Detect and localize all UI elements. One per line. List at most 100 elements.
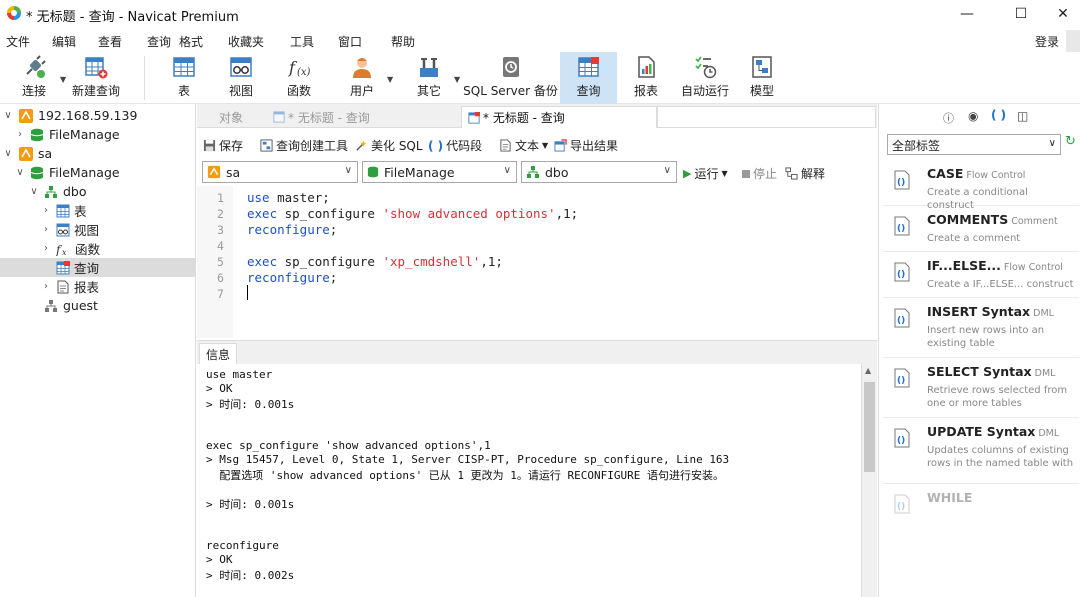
schema-select[interactable]: dbo ∨ (521, 161, 677, 183)
tree-connection-2[interactable]: ∨ sa (0, 144, 195, 163)
view-label: 视图 (228, 84, 253, 98)
document-tabs: 对象 * 无标题 - 查询 * 无标题 - 查询 (197, 104, 877, 128)
preview-icon[interactable]: ◉ (968, 109, 978, 123)
user-dropdown-icon[interactable]: ▼ (387, 75, 393, 84)
stop-icon (742, 169, 750, 178)
stop-button[interactable]: 停止 (742, 165, 777, 182)
title-bar: * 无标题 - 查询 - Navicat Premium — ☐ ✕ (0, 0, 1080, 28)
expand-arrow-icon[interactable]: › (14, 129, 26, 140)
tab-query-inactive[interactable]: * 无标题 - 查询 (267, 106, 457, 128)
tree-views[interactable]: › 视图 (0, 220, 195, 239)
sqlserver-backup-button[interactable]: SQL Server 备份 (463, 52, 558, 104)
query-button[interactable]: 查询 (560, 52, 617, 104)
collapse-arrow-icon[interactable]: ∨ (14, 167, 26, 178)
text-button[interactable]: 文本 ▼ (499, 137, 548, 154)
report-button[interactable]: 报表 (626, 52, 666, 104)
tree-schema-guest[interactable]: guest (0, 296, 195, 315)
menu-favorites[interactable]: 收藏夹 (228, 33, 264, 50)
tree-database-label: FileManage (49, 127, 120, 142)
menu-view[interactable]: 查看 (98, 33, 122, 50)
text-dropdown-icon[interactable]: ▼ (542, 141, 548, 150)
maximize-button[interactable]: ☐ (998, 0, 1044, 28)
panel-splitter[interactable] (1066, 30, 1080, 52)
menu-format[interactable]: 格式 (179, 33, 203, 50)
query-builder-button[interactable]: 查询创建工具 (260, 137, 348, 154)
columns-icon[interactable]: ◫ (1017, 109, 1028, 123)
database-icon (367, 166, 379, 178)
snippet-name: WHILE (927, 490, 973, 505)
collapse-arrow-icon[interactable]: ∨ (2, 110, 14, 121)
message-line: > OK (206, 553, 233, 566)
sql-editor[interactable]: 1 2 3 4 5 6 7 use master; exec sp_config… (197, 186, 877, 338)
snippet-item-comments[interactable]: () COMMENTS Comment Create a comment (883, 206, 1079, 252)
other-dropdown-icon[interactable]: ▼ (454, 75, 460, 84)
connect-button[interactable]: 连接 (12, 52, 56, 104)
snippet-item-while[interactable]: () WHILE (883, 484, 1079, 544)
run-button[interactable]: ▶ 运行 ▼ (683, 165, 728, 182)
snippet-item-update[interactable]: () UPDATE Syntax DML Updates columns of e… (883, 418, 1079, 484)
explain-button[interactable]: 解释 (785, 165, 825, 182)
connect-dropdown-icon[interactable]: ▼ (60, 75, 66, 84)
menu-file[interactable]: 文件 (6, 33, 30, 50)
other-label: 其它 (416, 84, 441, 98)
menu-query[interactable]: 查询 (147, 33, 171, 50)
user-button[interactable]: 用户 (342, 52, 382, 104)
tab-objects[interactable]: 对象 (213, 106, 249, 128)
expand-arrow-icon[interactable]: › (40, 243, 52, 254)
expand-arrow-icon[interactable]: › (40, 205, 52, 216)
snippet-description: Insert new rows into an existing table (927, 325, 1045, 349)
tree-reports[interactable]: › 报表 (0, 277, 195, 296)
beautify-sql-button[interactable]: 美化 SQL (355, 137, 423, 154)
run-dropdown-icon[interactable]: ▼ (721, 169, 727, 178)
menu-edit[interactable]: 编辑 (52, 33, 76, 50)
line-number: 6 (217, 271, 224, 285)
info-icon[interactable]: ⓘ (943, 110, 954, 126)
expand-arrow-icon[interactable]: › (40, 281, 52, 292)
connection-select[interactable]: sa ∨ (202, 161, 358, 183)
snippet-item-if-else[interactable]: () IF...ELSE... Flow Control Create a IF.… (883, 252, 1079, 298)
toolbar-divider (144, 56, 145, 100)
close-button[interactable]: ✕ (1040, 0, 1080, 28)
view-button[interactable]: 视图 (221, 52, 261, 104)
automation-label: 自动运行 (680, 84, 729, 98)
export-results-button[interactable]: 导出结果 (554, 137, 618, 154)
refresh-icon[interactable]: ↻ (1065, 134, 1076, 149)
login-link[interactable]: 登录 (1035, 33, 1059, 50)
snippet-item-select[interactable]: () SELECT Syntax DML Retrieve rows select… (883, 358, 1079, 418)
tab-query-active[interactable]: * 无标题 - 查询 (461, 106, 657, 128)
snippet-item-insert[interactable]: () INSERT Syntax DML Insert new rows into… (883, 298, 1079, 358)
collapse-arrow-icon[interactable]: ∨ (28, 186, 40, 197)
tree-tables[interactable]: › 表 (0, 201, 195, 220)
output-scrollbar[interactable]: ▲ (861, 364, 877, 597)
table-button[interactable]: 表 (164, 52, 204, 104)
new-query-button[interactable]: 新建查询 (70, 52, 122, 104)
menu-help[interactable]: 帮助 (391, 33, 415, 50)
code-snippet-button[interactable]: ( ) 代码段 (428, 137, 482, 154)
code-snippet-icon[interactable]: ( ) (991, 108, 1006, 122)
tree-database-filemanage-2[interactable]: ∨ FileManage (0, 163, 195, 182)
snippet-item-case[interactable]: () CASE Flow Control Create a conditional… (883, 160, 1079, 211)
tree-schema-dbo[interactable]: ∨ dbo (0, 182, 195, 201)
tree-database-filemanage-1[interactable]: › FileManage (0, 125, 195, 144)
model-button[interactable]: 模型 (742, 52, 782, 104)
tree-functions[interactable]: › fx 函数 (0, 239, 195, 258)
automation-button[interactable]: 自动运行 (678, 52, 732, 104)
tab-info[interactable]: 信息 (199, 343, 238, 365)
snippet-filter-select[interactable]: 全部标签 ∨ (887, 134, 1061, 155)
menu-window[interactable]: 窗口 (338, 33, 362, 50)
svg-text:x: x (62, 248, 67, 256)
collapse-arrow-icon[interactable]: ∨ (2, 148, 14, 159)
minimize-button[interactable]: — (944, 0, 990, 28)
scroll-up-icon[interactable]: ▲ (865, 366, 871, 375)
scrollbar-thumb[interactable] (864, 382, 875, 472)
expand-arrow-icon[interactable]: › (40, 224, 52, 235)
tree-queries[interactable]: 查询 (0, 258, 195, 277)
line-number: 7 (217, 287, 224, 301)
tree-connection-1[interactable]: ∨ 192.168.59.139 (0, 106, 195, 125)
main-toolbar: 连接 ▼ 新建查询 表 视图 f (x) 函数 用户 ▼ 其它 ▼ SQL Ser… (0, 52, 1080, 104)
menu-tools[interactable]: 工具 (290, 33, 314, 50)
save-button[interactable]: 保存 (203, 137, 243, 154)
other-button[interactable]: 其它 (409, 52, 449, 104)
database-select[interactable]: FileManage ∨ (362, 161, 517, 183)
function-button[interactable]: f (x) 函数 (279, 52, 319, 104)
